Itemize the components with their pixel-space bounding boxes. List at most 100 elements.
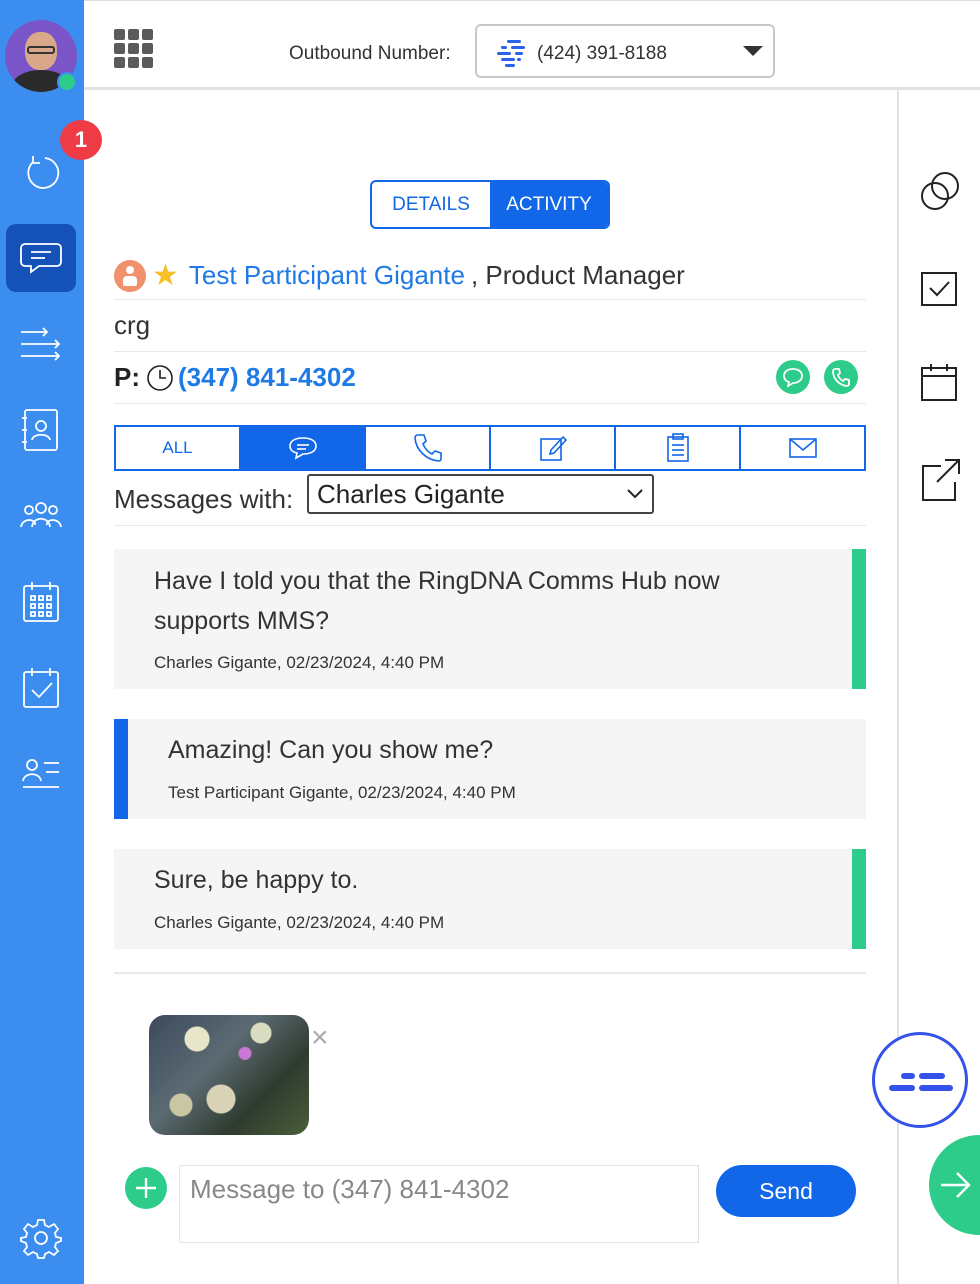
presence-indicator: [57, 72, 77, 92]
contact-title: , Product Manager: [470, 260, 685, 290]
filter-tasks[interactable]: [616, 427, 741, 469]
rail-item-relationships[interactable]: [919, 168, 963, 221]
filter-email[interactable]: [741, 427, 864, 469]
contacts-icon: [22, 409, 58, 451]
sidebar-item-cadence[interactable]: [6, 310, 76, 378]
inbound-indicator: [114, 719, 128, 819]
chat-icon: [288, 437, 317, 460]
sidebar-item-team[interactable]: [6, 482, 76, 550]
meta-separator: ,: [276, 653, 282, 672]
external-link-icon: [922, 459, 960, 501]
add-attachment-button[interactable]: [125, 1167, 167, 1209]
filter-all[interactable]: ALL: [116, 427, 241, 469]
cadence-icon: [21, 327, 61, 361]
message-sender: Charles Gigante: [154, 913, 277, 932]
team-icon: [20, 502, 62, 528]
outbound-indicator: [852, 549, 866, 689]
list-icon: [22, 759, 59, 788]
outbound-number-value: (424) 391-8188: [537, 43, 667, 64]
account-name-text: crg: [114, 310, 151, 340]
phone-prefix: P:: [114, 362, 140, 392]
meta-separator: ,: [276, 913, 282, 932]
left-sidebar: 1: [0, 0, 102, 1284]
filter-sms[interactable]: [241, 427, 366, 469]
account-name: crg: [114, 300, 866, 352]
clipboard-icon: [666, 433, 689, 462]
filter-calls[interactable]: [366, 427, 491, 469]
chevron-down-icon: [743, 46, 763, 56]
linked-circles-icon: [921, 172, 959, 210]
sms-contact-button[interactable]: [776, 360, 810, 394]
ringdna-logo-icon: [497, 40, 525, 67]
contact-header: ★ Test Participant Gigante , Product Man…: [114, 252, 866, 300]
message-timestamp: 02/23/2024, 4:40 PM: [286, 913, 445, 932]
view-tabs: DETAILS ACTIVITY: [370, 180, 610, 229]
phone-icon: [413, 434, 442, 462]
notification-badge: 1: [60, 120, 102, 160]
tab-activity[interactable]: ACTIVITY: [490, 182, 608, 227]
sidebar-item-contacts[interactable]: [6, 396, 76, 464]
messages-icon: [20, 243, 62, 274]
message-input[interactable]: [179, 1165, 699, 1243]
person-icon: [114, 259, 146, 292]
message-meta: Charles Gigante, 02/23/2024, 4:40 PM: [154, 653, 444, 673]
clock-icon: [147, 364, 173, 391]
message-item: Have I told you that the RingDNA Comms H…: [114, 549, 866, 689]
ringdna-assistant-button[interactable]: [872, 1032, 968, 1128]
contact-name-link[interactable]: Test Participant Gigante: [189, 260, 465, 291]
message-timestamp: 02/23/2024, 4:40 PM: [286, 653, 445, 672]
message-meta: Charles Gigante, 02/23/2024, 4:40 PM: [154, 913, 444, 933]
plus-icon: [136, 1178, 156, 1198]
settings-button[interactable]: [6, 1204, 76, 1272]
message-item: Amazing! Can you show me? Test Participa…: [114, 719, 866, 819]
message-text: Have I told you that the RingDNA Comms H…: [154, 567, 720, 635]
edit-note-icon: [539, 435, 567, 461]
checkbox-icon: [921, 272, 957, 306]
messages-with-row: Messages with: Charles Gigante: [114, 474, 866, 526]
outbound-indicator: [852, 849, 866, 949]
tasks-icon: [23, 668, 59, 708]
message-meta: Test Participant Gigante, 02/23/2024, 4:…: [168, 783, 516, 803]
meta-separator: ,: [348, 783, 354, 802]
top-bar: Outbound Number: (424) 391-8188: [84, 0, 980, 90]
phone-icon: [832, 368, 850, 387]
sidebar-item-calendar[interactable]: [6, 568, 76, 636]
phone-row: P: (347) 841-4302: [114, 352, 866, 404]
messages-with-selected: Charles Gigante: [317, 478, 505, 509]
compose-divider: [114, 972, 866, 974]
sidebar-item-list[interactable]: [6, 740, 76, 808]
rail-item-calendar[interactable]: [919, 362, 959, 409]
envelope-icon: [788, 438, 817, 458]
arrow-right-icon: [941, 1172, 971, 1198]
star-icon[interactable]: ★: [152, 260, 179, 291]
tab-details[interactable]: DETAILS: [372, 182, 490, 227]
rail-item-tasks[interactable]: [919, 270, 959, 315]
filter-notes[interactable]: [491, 427, 616, 469]
outbound-number-select[interactable]: (424) 391-8188: [475, 24, 775, 78]
message-item: Sure, be happy to. Charles Gigante, 02/2…: [114, 849, 866, 949]
message-sender: Test Participant Gigante: [168, 783, 349, 802]
history-icon: [27, 156, 60, 189]
messages-with-label: Messages with:: [114, 484, 294, 514]
image-attachment-thumbnail[interactable]: [149, 1015, 309, 1135]
close-icon[interactable]: ×: [311, 1023, 329, 1053]
sidebar-item-tasks[interactable]: [6, 654, 76, 722]
outbound-number-label: Outbound Number:: [289, 43, 451, 64]
gear-icon: [20, 1219, 62, 1259]
avatar-glasses: [27, 46, 55, 54]
phone-number-link[interactable]: (347) 841-4302: [178, 362, 356, 393]
message-sender: Charles Gigante: [154, 653, 277, 672]
chat-icon: [783, 368, 803, 387]
send-button[interactable]: Send: [716, 1165, 856, 1217]
message-text: Sure, be happy to.: [154, 866, 359, 894]
calendar-icon: [921, 364, 957, 401]
rail-item-external-link[interactable]: [919, 456, 963, 509]
call-contact-button[interactable]: [824, 360, 858, 394]
message-timestamp: 02/23/2024, 4:40 PM: [357, 783, 516, 802]
messages-with-select[interactable]: Charles Gigante: [307, 474, 654, 514]
chevron-down-icon: [627, 489, 643, 499]
message-text: Amazing! Can you show me?: [168, 736, 494, 764]
sidebar-item-messages[interactable]: [6, 224, 76, 292]
calendar-icon: [23, 582, 59, 622]
activity-filter-tabs: ALL: [114, 425, 866, 471]
